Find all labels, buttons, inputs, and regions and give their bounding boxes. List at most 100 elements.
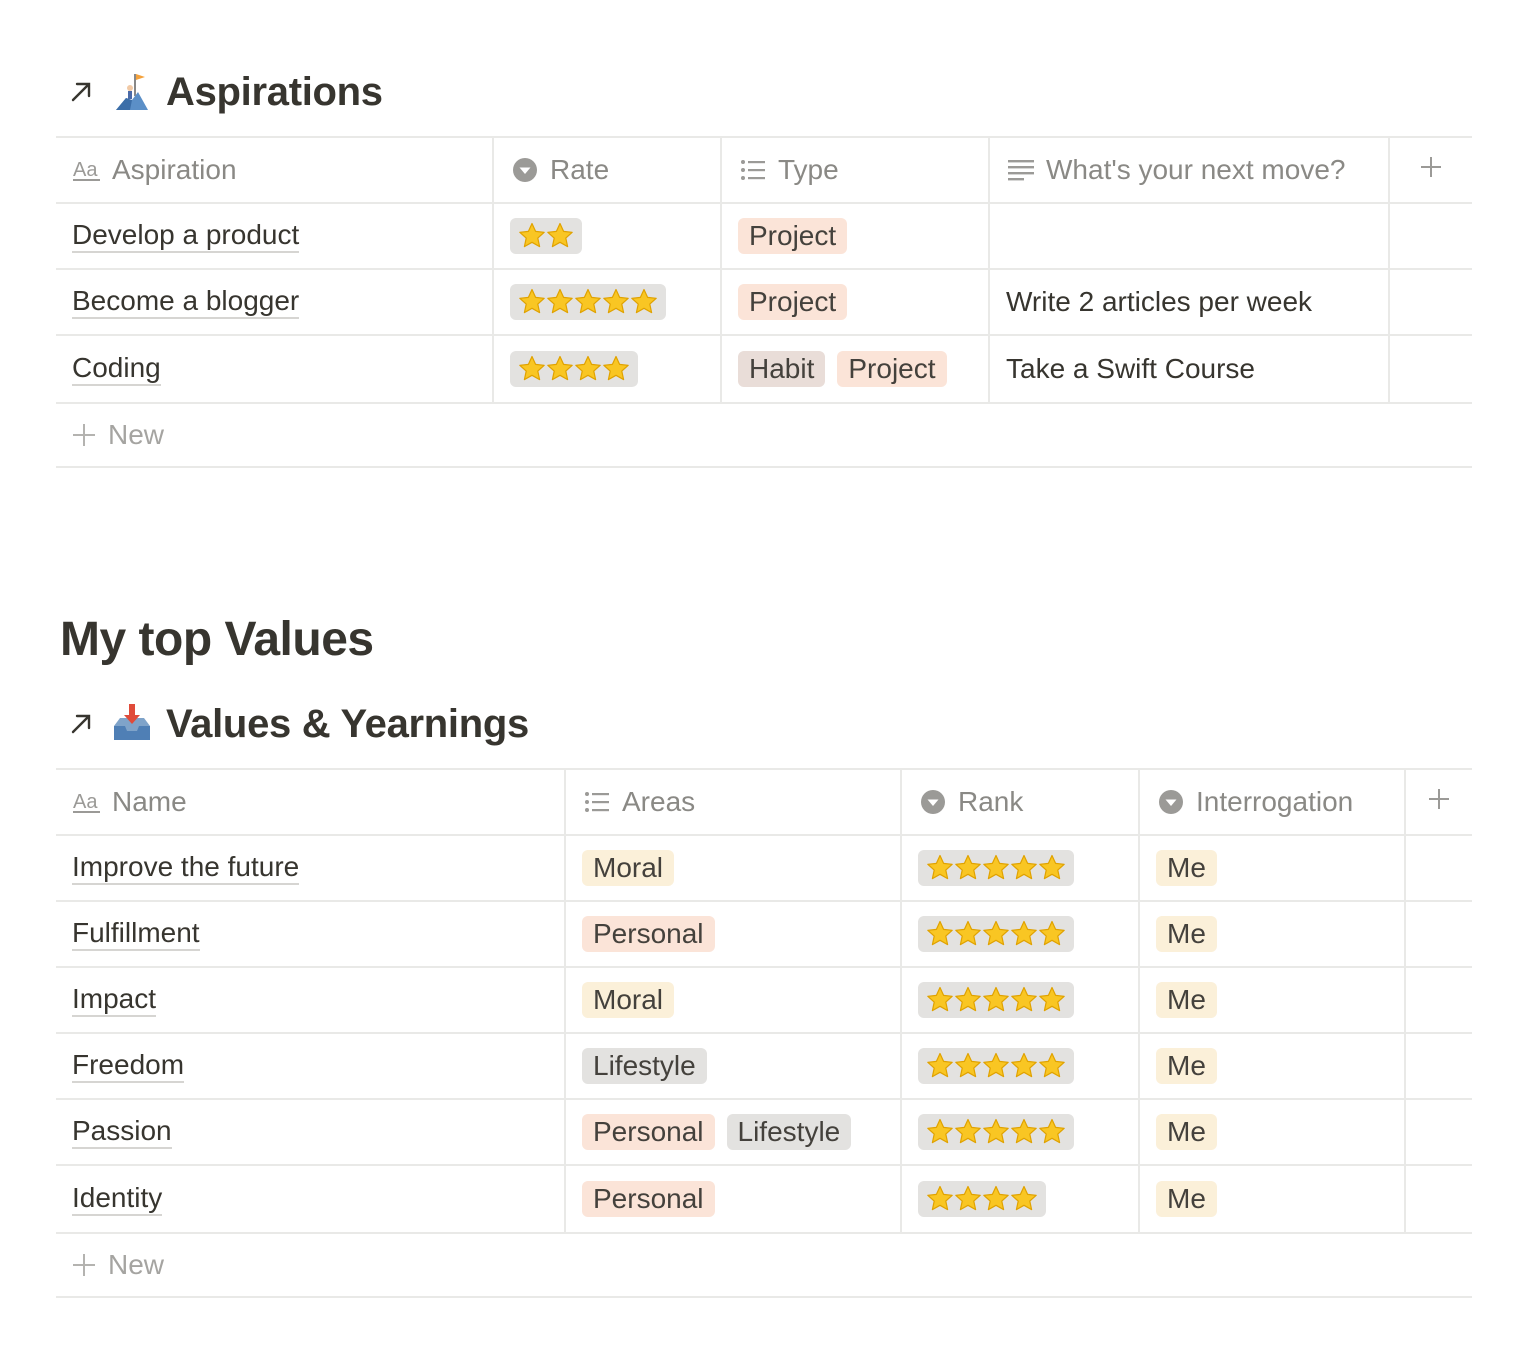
table-row[interactable]: Passion Personal Lifestyle Me <box>56 1100 1472 1166</box>
tag-me[interactable]: Me <box>1156 982 1217 1018</box>
star-icon <box>1010 1052 1038 1080</box>
star-icon <box>926 1185 954 1213</box>
star-icon <box>954 1185 982 1213</box>
rating-stars[interactable] <box>510 218 582 254</box>
column-header-name[interactable]: Aa Name <box>56 770 566 834</box>
star-icon <box>1038 920 1066 948</box>
row-title[interactable]: Improve the future <box>72 851 300 886</box>
table-header-row: Aa Name Areas Rank Interrogation <box>56 770 1472 836</box>
star-icon <box>1010 1118 1038 1146</box>
star-icon <box>1038 986 1066 1014</box>
arrow-up-right-icon[interactable] <box>68 77 98 107</box>
rating-stars[interactable] <box>510 284 666 320</box>
table-row[interactable]: Identity Personal Me <box>56 1166 1472 1234</box>
inbox-tray-icon <box>110 702 154 746</box>
tag-project[interactable]: Project <box>837 351 947 387</box>
aspirations-table: Aa Aspiration Rate Type What's your next… <box>56 136 1472 468</box>
values-title[interactable]: Values & Yearnings <box>166 702 529 747</box>
star-icon <box>574 288 602 316</box>
next-move-text: Write 2 articles per week <box>1006 286 1313 317</box>
star-icon <box>1038 1118 1066 1146</box>
star-icon <box>518 222 546 250</box>
star-icon <box>982 920 1010 948</box>
table-row[interactable]: Coding Habit Project Take a Swift Course <box>56 336 1472 404</box>
row-title[interactable]: Identity <box>72 1182 163 1217</box>
table-row[interactable]: Become a blogger Project Write 2 article… <box>56 270 1472 336</box>
list-icon <box>738 155 768 185</box>
tag-personal[interactable]: Personal <box>582 1114 715 1150</box>
star-icon <box>1010 920 1038 948</box>
arrow-up-right-icon[interactable] <box>68 709 98 739</box>
list-icon <box>582 787 612 817</box>
tag-personal[interactable]: Personal <box>582 1181 715 1217</box>
star-icon <box>926 1052 954 1080</box>
table-row[interactable]: Fulfillment Personal Me <box>56 902 1472 968</box>
tag-me[interactable]: Me <box>1156 850 1217 886</box>
column-header-rank[interactable]: Rank <box>902 770 1140 834</box>
row-title[interactable]: Coding <box>72 352 161 387</box>
plus-icon <box>1427 786 1451 818</box>
rank-stars[interactable] <box>918 982 1074 1018</box>
rank-stars[interactable] <box>918 916 1074 952</box>
table-row[interactable]: Impact Moral Me <box>56 968 1472 1034</box>
row-title[interactable]: Develop a product <box>72 219 300 254</box>
star-icon <box>926 854 954 882</box>
column-header-areas[interactable]: Areas <box>566 770 902 834</box>
table-header-row: Aa Aspiration Rate Type What's your next… <box>56 138 1472 204</box>
new-row-button[interactable]: New <box>56 404 1472 468</box>
table-row[interactable]: Develop a product Project <box>56 204 1472 270</box>
next-move-text: Take a Swift Course <box>1006 353 1255 384</box>
column-header-interrogation[interactable]: Interrogation <box>1140 770 1406 834</box>
tag-me[interactable]: Me <box>1156 1181 1217 1217</box>
rank-stars[interactable] <box>918 850 1074 886</box>
add-property-button[interactable] <box>1390 138 1472 202</box>
tag-me[interactable]: Me <box>1156 1048 1217 1084</box>
rank-stars[interactable] <box>918 1114 1074 1150</box>
text-aa-icon: Aa <box>72 155 102 185</box>
column-header-rate[interactable]: Rate <box>494 138 722 202</box>
table-row[interactable]: Improve the future Moral Me <box>56 836 1472 902</box>
rank-stars[interactable] <box>918 1048 1074 1084</box>
rank-stars[interactable] <box>918 1181 1046 1217</box>
star-icon <box>954 986 982 1014</box>
tag-personal[interactable]: Personal <box>582 916 715 952</box>
star-icon <box>954 1118 982 1146</box>
tag-project[interactable]: Project <box>738 218 848 254</box>
table-row[interactable]: Freedom Lifestyle Me <box>56 1034 1472 1100</box>
tag-moral[interactable]: Moral <box>582 850 675 886</box>
select-chevron-circle-icon <box>510 155 540 185</box>
new-row-button[interactable]: New <box>56 1234 1472 1298</box>
column-header-aspiration[interactable]: Aa Aspiration <box>56 138 494 202</box>
star-icon <box>954 854 982 882</box>
tag-lifestyle[interactable]: Lifestyle <box>582 1048 707 1084</box>
tag-me[interactable]: Me <box>1156 916 1217 952</box>
tag-me[interactable]: Me <box>1156 1114 1217 1150</box>
paragraph-lines-icon <box>1006 155 1036 185</box>
tag-moral[interactable]: Moral <box>582 982 675 1018</box>
star-icon <box>602 355 630 383</box>
star-icon <box>1038 1052 1066 1080</box>
row-title[interactable]: Passion <box>72 1115 172 1150</box>
row-title[interactable]: Become a blogger <box>72 285 300 320</box>
rating-stars[interactable] <box>510 351 638 387</box>
column-header-type[interactable]: Type <box>722 138 990 202</box>
svg-text:Aa: Aa <box>73 791 98 813</box>
star-icon <box>982 1118 1010 1146</box>
aspirations-title[interactable]: Aspirations <box>166 70 383 115</box>
star-icon <box>518 288 546 316</box>
text-aa-icon: Aa <box>72 787 102 817</box>
tag-lifestyle[interactable]: Lifestyle <box>726 1114 852 1150</box>
row-title[interactable]: Fulfillment <box>72 917 200 952</box>
star-icon <box>546 355 574 383</box>
select-chevron-circle-icon <box>1156 787 1186 817</box>
tag-project[interactable]: Project <box>738 284 848 320</box>
row-title[interactable]: Freedom <box>72 1049 185 1084</box>
star-icon <box>926 920 954 948</box>
star-icon <box>630 288 658 316</box>
tag-habit[interactable]: Habit <box>738 351 826 387</box>
star-icon <box>574 355 602 383</box>
row-title[interactable]: Impact <box>72 983 157 1018</box>
plus-icon <box>70 1251 98 1279</box>
add-property-button[interactable] <box>1406 770 1472 834</box>
column-header-next-move[interactable]: What's your next move? <box>990 138 1390 202</box>
